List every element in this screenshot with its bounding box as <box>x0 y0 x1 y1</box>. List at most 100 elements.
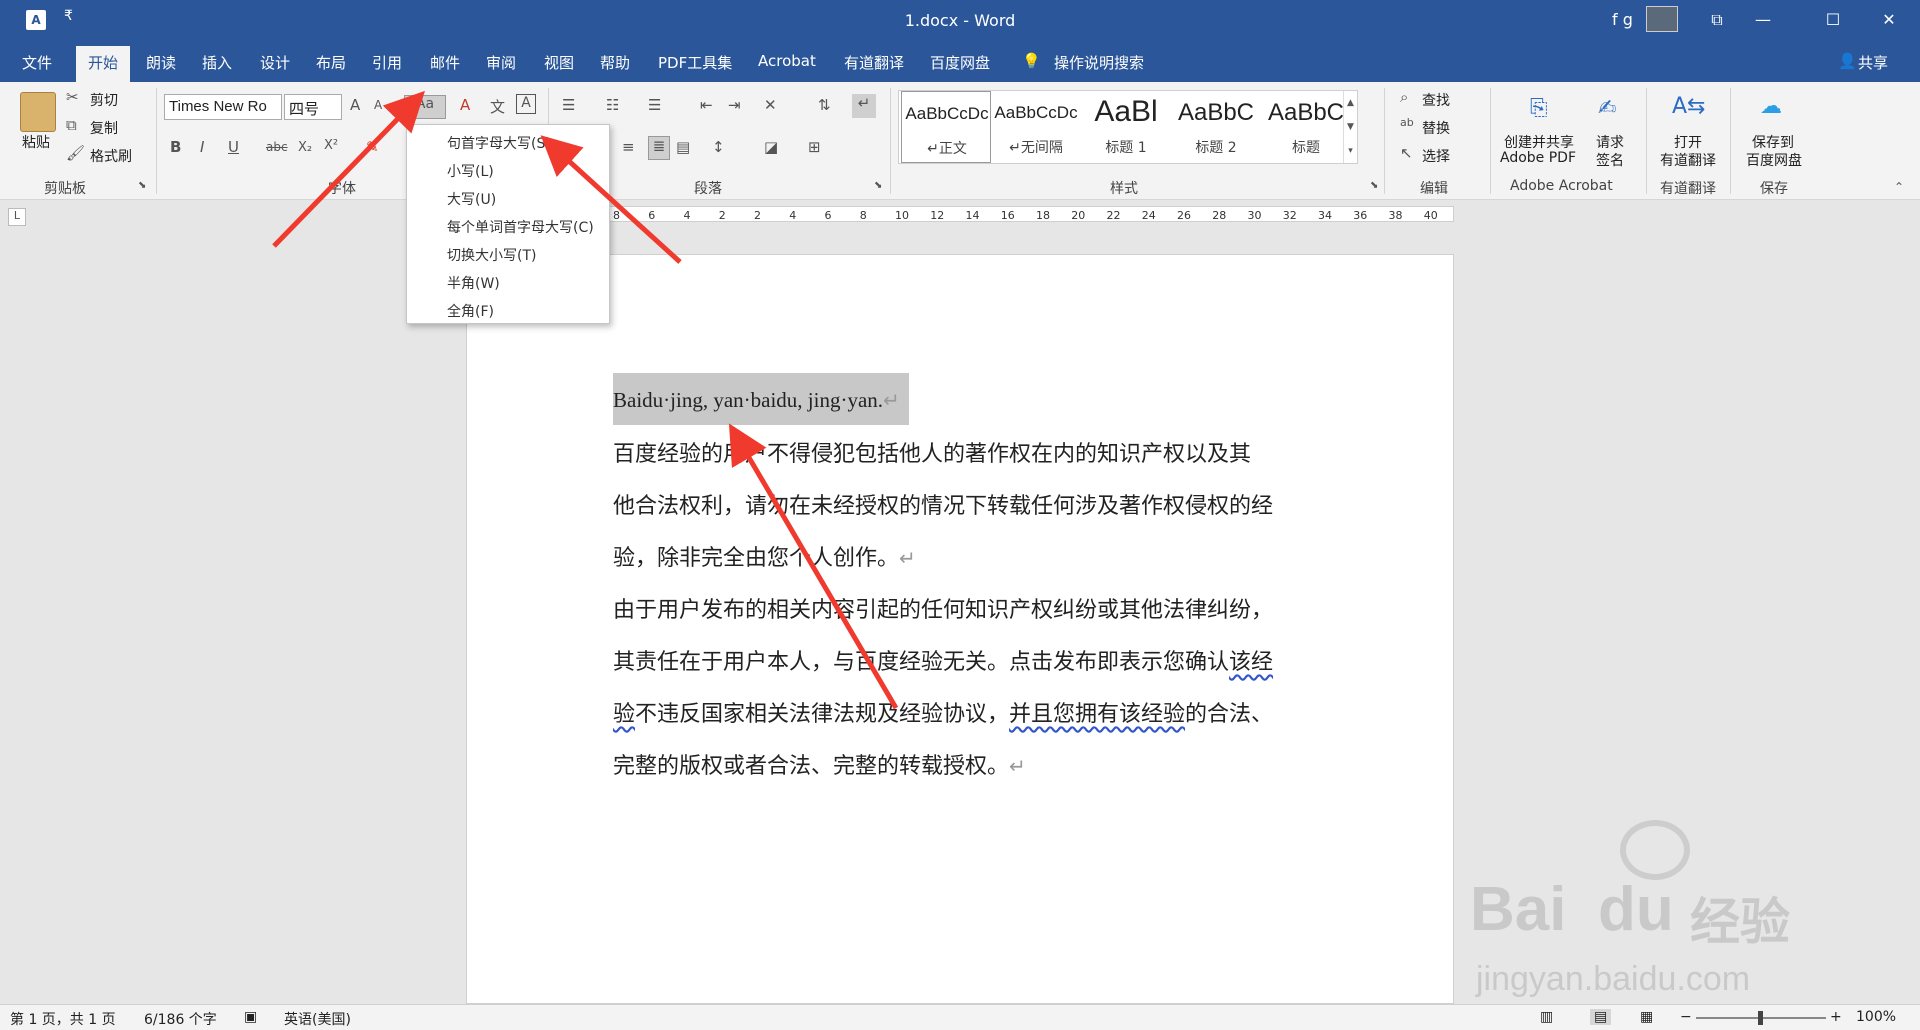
tab-design[interactable]: 设计 <box>260 52 290 73</box>
multilevel-list-icon[interactable]: ☰ <box>648 96 661 114</box>
minimize-button[interactable]: — <box>1740 4 1786 36</box>
copy-button[interactable]: 复制 <box>90 118 118 138</box>
style-item[interactable]: AaBbCcDc ↵正文 <box>901 91 991 163</box>
tab-layout[interactable]: 布局 <box>316 52 346 73</box>
tab-baidu-netdisk[interactable]: 百度网盘 <box>930 52 990 73</box>
decrease-indent-icon[interactable]: ⇤ <box>700 96 713 114</box>
tell-me-search[interactable]: 操作说明搜索 <box>1054 52 1144 73</box>
distributed-icon[interactable]: ▤ <box>676 138 690 156</box>
tab-insert[interactable]: 插入 <box>202 52 232 73</box>
ribbon-display-button[interactable]: ⧉ <box>1694 4 1740 36</box>
tab-youdao[interactable]: 有道翻译 <box>844 52 904 73</box>
cut-button[interactable]: 剪切 <box>90 90 118 110</box>
doc-line[interactable]: 百度经验的用户不得侵犯包括他人的著作权在内的知识产权以及其 <box>613 436 1251 468</box>
justify-icon[interactable]: ≣ <box>648 136 670 160</box>
collapse-ribbon-icon[interactable]: ⌃ <box>1894 180 1904 194</box>
subscript-button[interactable]: X₂ <box>298 140 312 155</box>
menu-item-half-width[interactable]: 半角(W) <box>447 273 500 293</box>
open-youdao-line1[interactable]: 打开 <box>1674 132 1702 152</box>
dialog-launcher-icon[interactable]: ⬊ <box>1370 180 1378 191</box>
format-painter-button[interactable]: 格式刷 <box>90 146 132 166</box>
increase-indent-icon[interactable]: ⇥ <box>728 96 741 114</box>
replace-button[interactable]: 替换 <box>1422 118 1450 138</box>
sort-icon[interactable]: ⇅ <box>818 96 831 114</box>
tab-review[interactable]: 审阅 <box>486 52 516 73</box>
create-pdf-line1[interactable]: 创建并共享 <box>1504 132 1574 152</box>
style-item[interactable]: AaBbC 标题 2 <box>1171 91 1261 163</box>
align-center-icon[interactable]: ≡ <box>622 138 635 156</box>
borders-icon[interactable]: ⊞ <box>808 138 821 156</box>
zoom-slider-thumb[interactable] <box>1758 1011 1763 1025</box>
tab-acrobat[interactable]: Acrobat <box>758 52 816 70</box>
shrink-font-icon[interactable]: A <box>374 98 382 112</box>
share-button[interactable]: 共享 <box>1858 52 1888 73</box>
tab-help[interactable]: 帮助 <box>600 52 630 73</box>
save-baidu-line2[interactable]: 百度网盘 <box>1746 150 1802 170</box>
font-size-box[interactable]: 四号 <box>284 94 342 120</box>
user-name[interactable]: f g <box>1612 10 1633 29</box>
underline-button[interactable]: U <box>228 138 239 156</box>
open-youdao-line2[interactable]: 有道翻译 <box>1660 150 1716 170</box>
paste-icon[interactable] <box>20 92 56 132</box>
style-item[interactable]: AaBbC 标题 <box>1261 91 1351 163</box>
page-count[interactable]: 第 1 页，共 1 页 <box>10 1009 116 1029</box>
menu-item-uppercase[interactable]: 大写(U) <box>447 189 496 209</box>
zoom-level[interactable]: 100% <box>1856 1009 1896 1025</box>
create-pdf-line2[interactable]: Adobe PDF <box>1500 150 1576 166</box>
menu-item-sentence-case[interactable]: 句首字母大写(S) <box>447 133 551 153</box>
maximize-button[interactable]: ☐ <box>1810 4 1856 36</box>
style-item[interactable]: AaBl 标题 1 <box>1081 91 1171 163</box>
print-layout-icon[interactable]: ▤ <box>1590 1009 1612 1025</box>
tab-view[interactable]: 视图 <box>544 52 574 73</box>
show-marks-icon[interactable]: ↵ <box>852 94 876 118</box>
save-baidu-line1[interactable]: 保存到 <box>1752 132 1794 152</box>
find-button[interactable]: 查找 <box>1422 90 1450 110</box>
document-page[interactable] <box>466 254 1454 1004</box>
word-count[interactable]: 6/186 个字 <box>144 1009 217 1029</box>
menu-item-capitalize-each-word[interactable]: 每个单词首字母大写(C) <box>447 217 594 237</box>
styles-scroll-icon[interactable]: ▲ ▼ ▾ <box>1343 91 1357 163</box>
menu-item-lowercase[interactable]: 小写(L) <box>447 161 494 181</box>
font-name-box[interactable]: Times New Ro <box>164 94 282 120</box>
language[interactable]: 英语(美国) <box>284 1009 351 1029</box>
numbering-icon[interactable]: ☷ <box>606 96 619 114</box>
tab-file[interactable]: 文件 <box>22 52 52 73</box>
horizontal-ruler[interactable]: 8 6 4 2 2 4 6 8 10 12 14 16 18 20 22 24 26 28 30 32 34 36 38 40 <box>606 206 1454 222</box>
bullets-icon[interactable]: ☰ <box>562 96 575 114</box>
doc-line[interactable]: 其责任在于用户本人，与百度经验无关。点击发布即表示您确认该经 <box>613 644 1273 676</box>
phonetic-guide-icon[interactable]: 文 <box>490 96 505 117</box>
doc-line[interactable]: 完整的版权或者合法、完整的转载授权。↵ <box>613 748 1026 780</box>
paste-button[interactable]: 粘贴 <box>22 132 50 152</box>
tab-references[interactable]: 引用 <box>372 52 402 73</box>
change-case-button[interactable]: Aa <box>404 95 446 119</box>
style-item[interactable]: AaBbCcDc ↵无间隔 <box>991 91 1081 163</box>
tab-selector[interactable]: L <box>8 208 26 226</box>
line-spacing-icon[interactable]: ↕ <box>712 138 725 156</box>
doc-line[interactable]: 他合法权利，请勿在未经授权的情况下转载任何涉及著作权侵权的经 <box>613 488 1273 520</box>
tab-pdf-tools[interactable]: PDF工具集 <box>658 52 732 73</box>
read-mode-icon[interactable]: ▥ <box>1540 1009 1553 1025</box>
dialog-launcher-icon[interactable]: ⬊ <box>138 180 146 191</box>
web-layout-icon[interactable]: ▦ <box>1640 1009 1653 1025</box>
request-signature-line2[interactable]: 签名 <box>1596 150 1624 170</box>
bold-button[interactable]: B <box>170 138 181 156</box>
dialog-launcher-icon[interactable]: ⬊ <box>874 180 882 191</box>
tab-home[interactable]: 开始 <box>76 46 131 82</box>
chinese-layout-icon[interactable]: ✕ <box>764 96 777 114</box>
doc-line[interactable]: 验不违反国家相关法律法规及经验协议，并且您拥有该经验的合法、 <box>613 696 1273 728</box>
proofing-icon[interactable]: ▣ <box>244 1009 257 1025</box>
close-button[interactable]: ✕ <box>1866 4 1912 36</box>
doc-line[interactable]: 验，除非完全由您个人创作。↵ <box>613 540 916 572</box>
select-button[interactable]: 选择 <box>1422 146 1450 166</box>
avatar[interactable] <box>1646 6 1678 32</box>
tab-mailings[interactable]: 邮件 <box>430 52 460 73</box>
clear-format-icon[interactable]: A <box>460 96 470 114</box>
zoom-in-button[interactable]: + <box>1830 1009 1842 1025</box>
character-border-icon[interactable]: A <box>516 94 536 114</box>
doc-line[interactable]: 由于用户发布的相关内容引起的任何知识产权纠纷或其他法律纠纷， <box>613 592 1273 624</box>
text-effects-icon[interactable]: ✎ <box>366 138 379 156</box>
strikethrough-button[interactable]: abc <box>266 140 288 154</box>
tab-read[interactable]: 朗读 <box>146 52 176 73</box>
request-signature-line1[interactable]: 请求 <box>1596 132 1624 152</box>
italic-button[interactable]: I <box>200 138 204 156</box>
